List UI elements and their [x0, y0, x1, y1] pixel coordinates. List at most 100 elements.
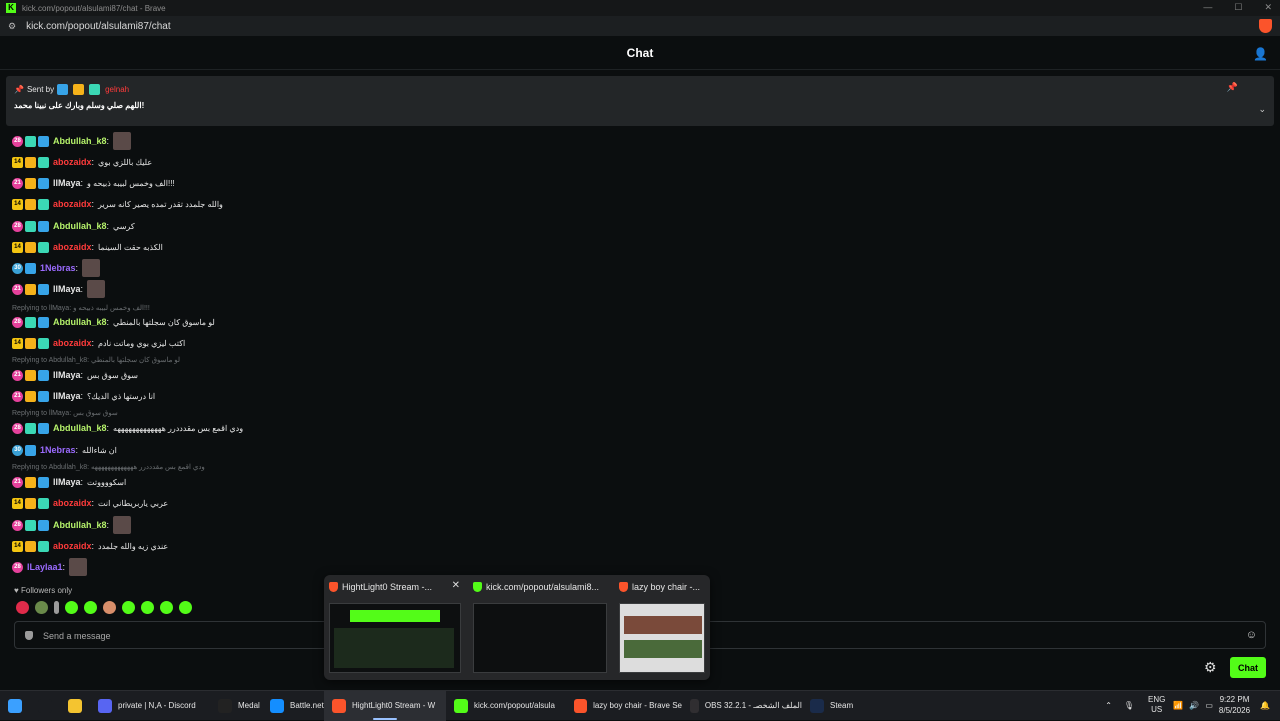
address-bar[interactable]: ⚙ kick.com/popout/alsulami87/chat — [0, 16, 1280, 36]
emote-icon[interactable] — [65, 601, 78, 614]
emote-icon[interactable] — [54, 601, 59, 614]
chat-username[interactable]: abozaidx — [53, 541, 92, 551]
emote-icon[interactable] — [84, 601, 97, 614]
close-window-icon[interactable]: ✕ — [1264, 2, 1272, 13]
emote-icon[interactable] — [103, 601, 116, 614]
users-icon[interactable]: 👤 — [1253, 47, 1268, 61]
chat-username[interactable]: abozaidx — [53, 242, 92, 252]
pinned-sender-name[interactable]: gelnah — [105, 85, 129, 94]
chat-username[interactable]: llMaya — [53, 284, 81, 294]
language-indicator[interactable]: ENG US — [1148, 695, 1165, 715]
pinned-message-text: اللهم صلي وسلم وبارك على نبينا محمد! — [14, 101, 145, 110]
chat-username[interactable]: llMaya — [53, 477, 81, 487]
clock-date: 8/5/2026 — [1218, 706, 1251, 715]
chat-username[interactable]: abozaidx — [53, 338, 92, 348]
chat-settings-gear-icon[interactable]: ⚙ — [1204, 659, 1217, 676]
taskbar-brave-chair[interactable]: lazy boy chair - Brave Se — [566, 691, 682, 721]
unpin-icon[interactable]: 📌 — [1227, 82, 1238, 93]
chat-username[interactable]: 1Nebras — [40, 263, 76, 273]
emote-icon[interactable] — [179, 601, 192, 614]
reply-context[interactable]: Replying to llMaya: الف وخمس لبيبه ذبيحه… — [12, 304, 150, 312]
brave-icon — [329, 582, 338, 592]
chat-badge-icon — [25, 390, 36, 402]
chat-message: 14 abozaidx: اكتب ليزي بوي وماتت نادم — [12, 335, 185, 351]
send-chat-button[interactable]: Chat — [1230, 657, 1266, 678]
microphone-icon[interactable]: 🎙 — [1124, 701, 1134, 710]
reply-context[interactable]: Replying to Abdullah_k8: لو ماسوق كان سج… — [12, 356, 180, 364]
notification-bell-icon[interactable]: 🔔 — [1260, 701, 1270, 710]
search-taskbar-button[interactable] — [30, 691, 60, 721]
taskbar-steam[interactable]: Steam — [802, 691, 862, 721]
chat-username[interactable]: Abdullah_k8 — [53, 520, 107, 530]
chat-username[interactable]: abozaidx — [53, 199, 92, 209]
subscriber-badge-icon: 14 — [12, 497, 23, 509]
file-explorer-button[interactable] — [60, 691, 90, 721]
url-text[interactable]: kick.com/popout/alsulami87/chat — [26, 21, 171, 32]
taskbar-kick[interactable]: kick.com/popout/alsula — [446, 691, 566, 721]
thumbnail-stream[interactable]: HightLight0 Stream -... ✕ — [324, 575, 464, 680]
maximize-icon[interactable]: ☐ — [1234, 2, 1242, 13]
close-icon[interactable]: ✕ — [452, 580, 460, 591]
subscriber-badge-icon: 28 — [12, 561, 23, 573]
chat-username[interactable]: Abdullah_k8 — [53, 136, 107, 146]
emoji-picker-icon[interactable]: ☺ — [1246, 629, 1257, 641]
emote-icon[interactable] — [16, 601, 29, 614]
taskbar-discord[interactable]: private | N,A - Discord — [90, 691, 210, 721]
emote-icon[interactable] — [122, 601, 135, 614]
emote-icon[interactable] — [35, 601, 48, 614]
chat-username[interactable]: Abdullah_k8 — [53, 317, 107, 327]
taskbar-battlenet[interactable]: Battle.net — [262, 691, 324, 721]
thumbnail-chair[interactable]: lazy boy chair -... — [614, 575, 710, 680]
subscriber-badge-icon: 21 — [12, 476, 23, 488]
thumbnail-kick[interactable]: kick.com/popout/alsulami8... — [468, 575, 610, 680]
chat-badge-icon — [25, 156, 36, 168]
emote-icon[interactable] — [160, 601, 173, 614]
chat-badge-icon — [25, 422, 36, 434]
chat-username[interactable]: llMaya — [53, 370, 81, 380]
chevron-up-icon[interactable]: ⌃ — [1105, 701, 1112, 710]
chat-username[interactable]: llMaya — [53, 178, 81, 188]
subscriber-badge-icon: 28 — [12, 135, 23, 147]
lang-code: ENG — [1148, 695, 1166, 704]
clock[interactable]: 9:22 PM 8/5/2026 — [1219, 694, 1250, 716]
emote-icon[interactable] — [141, 601, 154, 614]
volume-icon[interactable]: 🔊 — [1189, 701, 1199, 710]
windows-taskbar: private | N,A - Discord Medal Battle.net Hi… — [0, 690, 1280, 721]
taskbar-medal[interactable]: Medal — [210, 691, 262, 721]
chat-username[interactable]: abozaidx — [53, 157, 92, 167]
site-settings-icon[interactable]: ⚙ — [8, 21, 16, 32]
chat-username[interactable]: Abdullah_k8 — [53, 221, 107, 231]
taskbar-thumbnail-popup: HightLight0 Stream -... ✕ kick.com/popou… — [324, 575, 710, 680]
pinned-sender-line: 📌 Sent by gelnah — [14, 84, 129, 95]
chat-message-text: الكذبه حقت السينما — [98, 242, 163, 252]
username-separator: : — [91, 157, 95, 167]
username-separator: : — [80, 391, 84, 401]
chat-username[interactable]: abozaidx — [53, 498, 92, 508]
vip-badge-icon — [57, 84, 69, 95]
chat-message: 28 Abdullah_k8: لو ماسوق كان سجلتها بالمنط… — [12, 314, 215, 330]
chat-username[interactable]: lLaylaa1 — [27, 562, 63, 572]
reply-context[interactable]: Replying to Abdullah_k8: ودي اقمع بس مقد… — [12, 463, 205, 471]
taskbar-brave-stream[interactable]: HightLight0 Stream - W — [324, 690, 446, 721]
minimize-icon[interactable]: — — [1203, 2, 1212, 13]
taskbar-obs[interactable]: OBS 32.2.1 - الملف الشخصـ — [682, 691, 802, 721]
subscriber-badge-icon: 21 — [12, 177, 23, 189]
chat-message: 28 Abdullah_k8: — [12, 516, 132, 534]
chat-username[interactable]: Abdullah_k8 — [53, 423, 107, 433]
kick-logo-icon: K — [6, 3, 16, 13]
chat-message: 28 Abdullah_k8: ودي اقمع بس مقدددرر هههههه… — [12, 420, 243, 436]
chat-badge-icon — [25, 241, 36, 253]
chat-message: 14 abozaidx: الكذبه حقت السينما — [12, 239, 163, 255]
username-separator: : — [62, 562, 66, 572]
chat-username[interactable]: 1Nebras — [40, 445, 76, 455]
battery-icon[interactable]: ▭ — [1205, 701, 1213, 710]
chat-username[interactable]: llMaya — [53, 391, 81, 401]
reply-context[interactable]: Replying to llMaya: سوق سوق بس — [12, 409, 118, 417]
brave-shield-icon[interactable] — [1259, 19, 1272, 33]
username-separator: : — [80, 370, 84, 380]
chat-message-text: عليك باللزي بوي — [98, 157, 153, 167]
username-separator: : — [75, 263, 79, 273]
wifi-icon[interactable]: 📶 — [1173, 701, 1183, 710]
start-button[interactable] — [0, 691, 30, 721]
chevron-down-icon[interactable]: ⌄ — [1258, 104, 1266, 115]
